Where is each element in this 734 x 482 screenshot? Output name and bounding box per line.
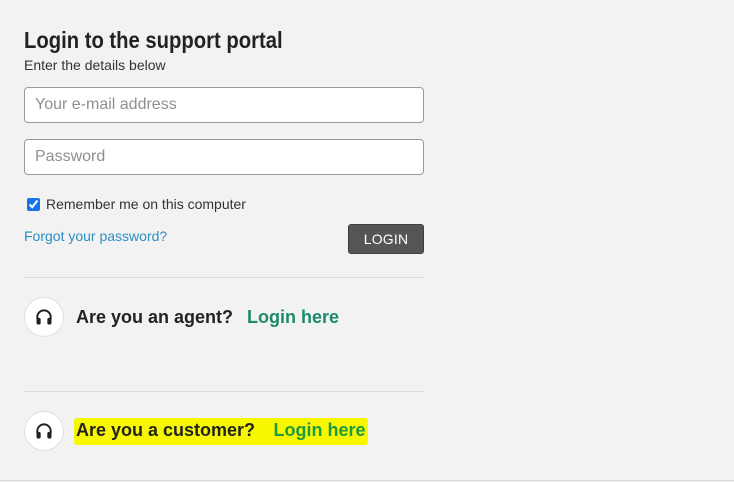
divider [24, 391, 424, 392]
customer-question: Are you a customer? [76, 419, 256, 440]
headset-icon [24, 411, 64, 451]
page-title: Login to the support portal [24, 27, 283, 53]
remember-me-label[interactable]: Remember me on this computer [46, 196, 246, 212]
remember-me-checkbox[interactable] [27, 197, 40, 211]
email-field[interactable] [24, 87, 424, 123]
divider [24, 277, 424, 278]
forgot-password-link[interactable]: Forgot your password? [24, 228, 167, 244]
agent-login-link[interactable]: Login here [247, 307, 339, 328]
login-button[interactable]: LOGIN [348, 224, 424, 254]
customer-login-link[interactable]: Login here [274, 420, 366, 440]
page: Login to the support portal Enter the de… [0, 0, 734, 481]
customer-login-row: Are you a customer? Login here [24, 410, 424, 452]
password-field[interactable] [24, 139, 424, 175]
remember-me-row: Remember me on this computer [24, 196, 424, 212]
login-panel: Login to the support portal Enter the de… [24, 26, 424, 452]
agent-login-row: Are you an agent? Login here [24, 296, 424, 338]
customer-highlight: Are you a customer? Login here [74, 417, 368, 445]
page-subtitle: Enter the details below [24, 57, 166, 73]
actions-row: Forgot your password? LOGIN [24, 222, 424, 256]
headset-icon [24, 297, 64, 337]
agent-question: Are you an agent? [76, 306, 234, 327]
